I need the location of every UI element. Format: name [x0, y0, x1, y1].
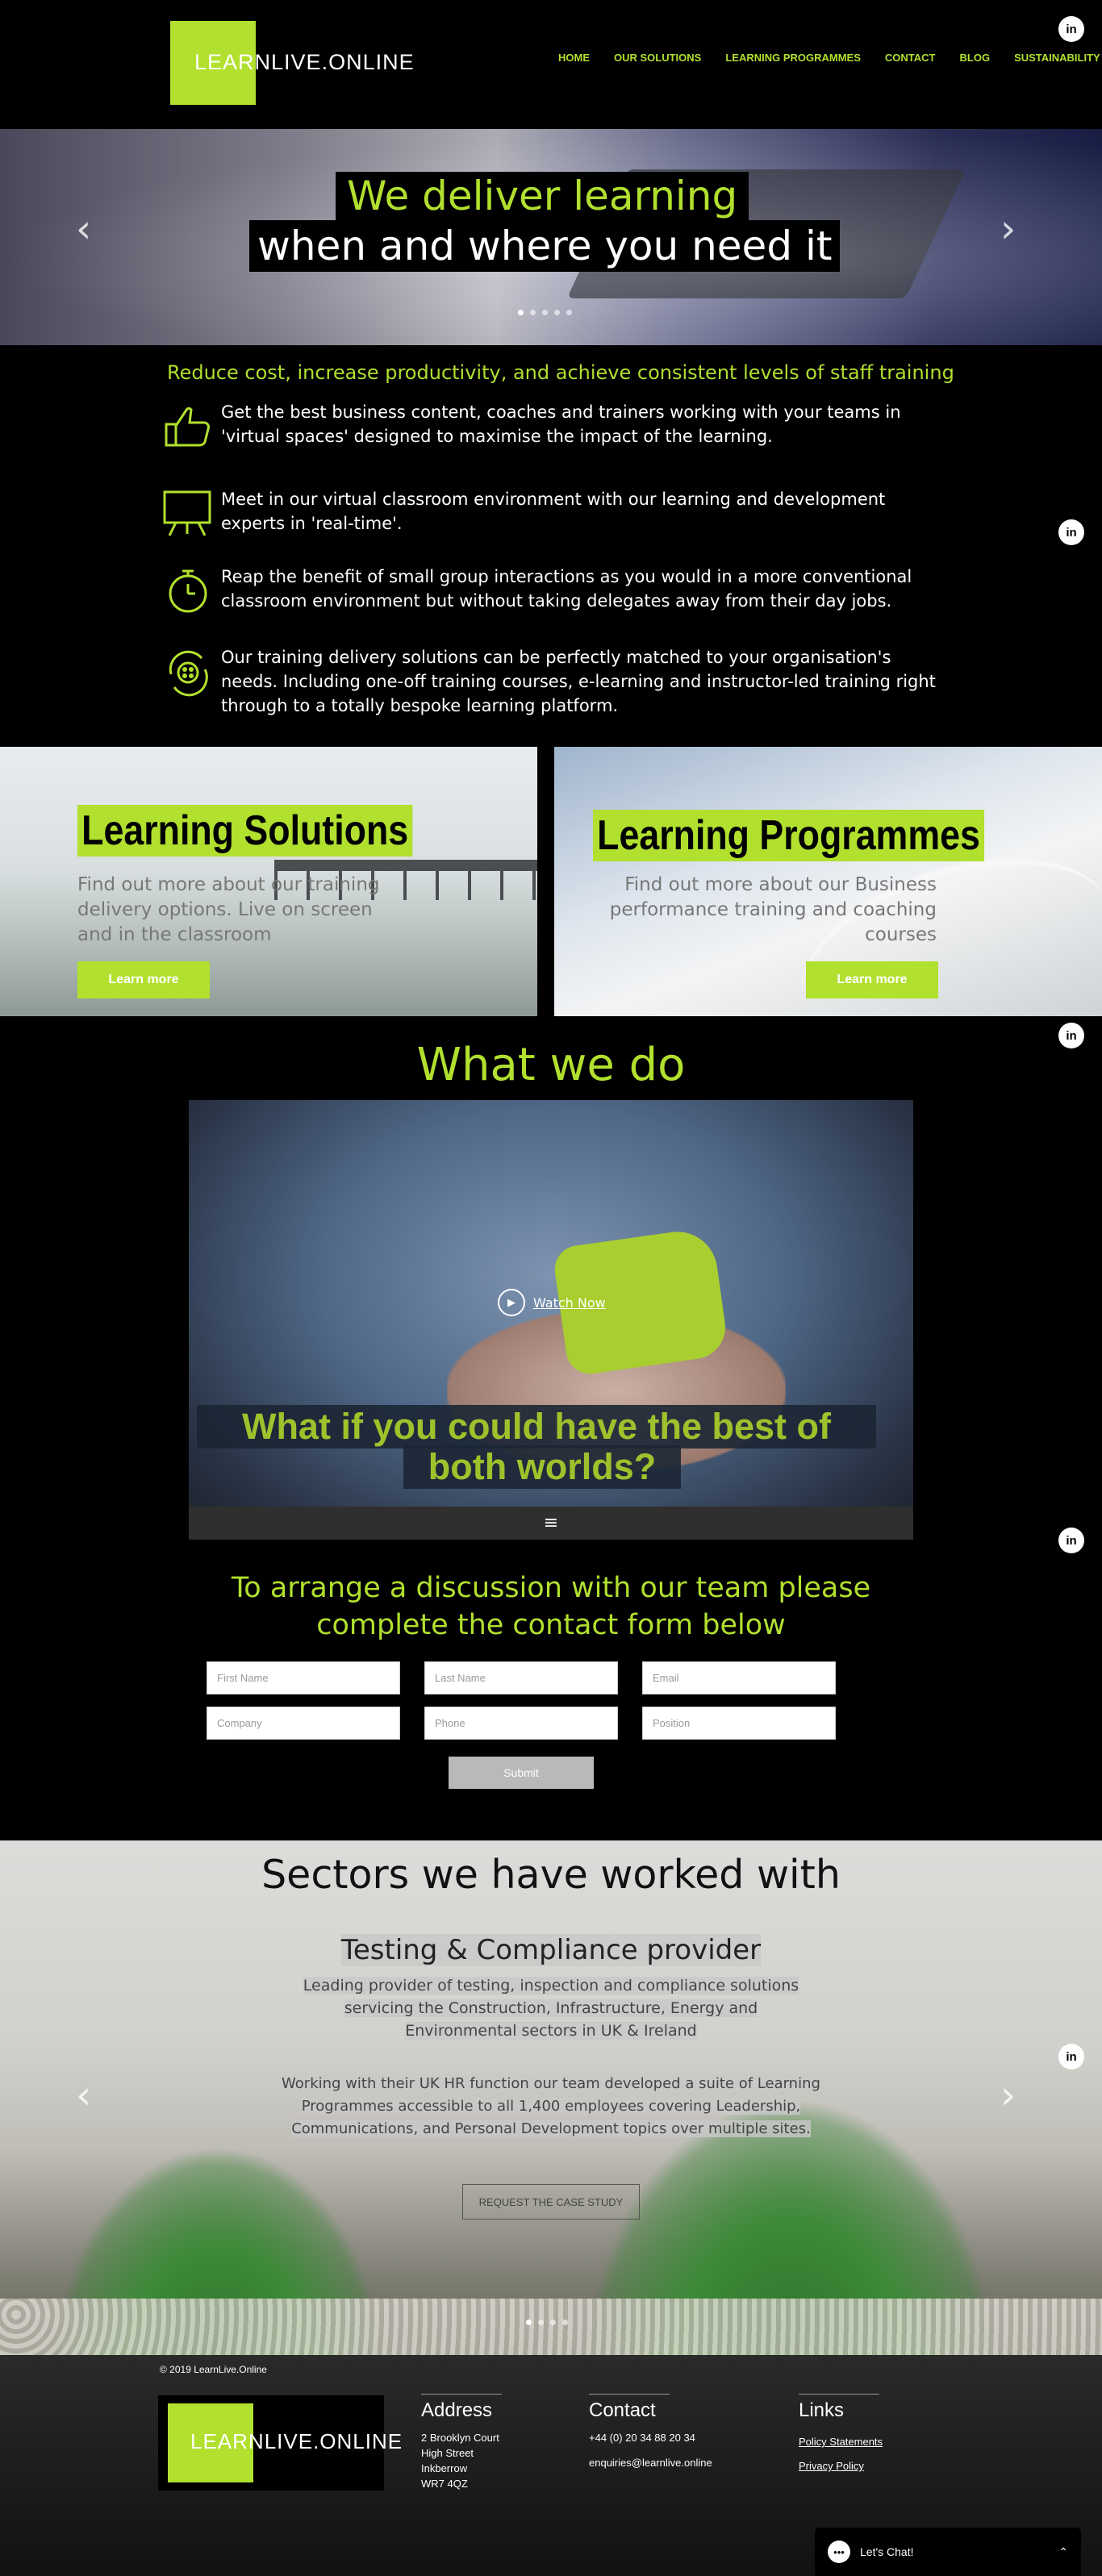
hero-headline-line1: We deliver learning [336, 172, 749, 220]
slide-dot[interactable] [518, 310, 524, 315]
what-we-do-heading: What we do [416, 1039, 686, 1091]
slide-dot[interactable] [542, 310, 548, 315]
gravel-image [0, 2299, 1102, 2355]
footer-links: Links Policy Statements Privacy Policy [799, 2394, 883, 2478]
address-line: WR7 4QZ [421, 2478, 468, 2490]
sectors-slider: Sectors we have worked with Testing & Co… [0, 1840, 1102, 2355]
email-field[interactable]: Email [642, 1661, 836, 1694]
sector-case-summary: Working with their UK HR function our te… [282, 2075, 820, 2137]
sector-title: Testing & Compliance provider [340, 1934, 762, 1966]
features-heading: Reduce cost, increase productivity, and … [167, 361, 954, 384]
slide-dot[interactable] [530, 310, 536, 315]
hero-headline-line2: when and where you need it [249, 220, 841, 272]
learn-more-button[interactable]: Learn more [806, 961, 938, 998]
nav-home[interactable]: HOME [558, 52, 590, 64]
logo-text: LEARNLIVE.ONLINE [190, 2429, 403, 2453]
phone-field[interactable]: Phone [424, 1707, 618, 1740]
sectors-heading: Sectors we have worked with [261, 1852, 841, 1898]
nav-contact[interactable]: CONTACT [885, 52, 936, 64]
card-text: Find out more about our training deliver… [77, 874, 380, 945]
card-title: Learning Solutions [77, 805, 413, 857]
feature-text: Get the best business content, coaches a… [221, 402, 901, 446]
nav-blog[interactable]: BLOG [960, 52, 991, 64]
chat-label: Let's Chat! [860, 2545, 914, 2558]
footer-contact: Contact +44 (0) 20 34 88 20 34 enquiries… [589, 2394, 712, 2470]
footer-address: Address 2 Brooklyn Court High Street Ink… [421, 2394, 502, 2491]
slide-dot[interactable] [566, 310, 572, 315]
address-line: Inkberrow [421, 2462, 468, 2474]
slide-dot[interactable] [554, 310, 560, 315]
hero-prev-arrow[interactable]: ‹ [76, 206, 91, 252]
slide-dot[interactable] [526, 2320, 532, 2325]
linkedin-icon[interactable]: in [1058, 16, 1084, 42]
sector-description: Leading provider of testing, inspection … [303, 1977, 799, 2040]
pier-image [274, 860, 537, 871]
stopwatch-icon [169, 569, 207, 613]
contact-title: Contact [589, 2399, 656, 2421]
logo-text: LEARNLIVE.ONLINE [194, 50, 415, 74]
divider [421, 2394, 502, 2395]
nav-sustainability[interactable]: SUSTAINABILITY [1014, 52, 1100, 64]
video-player[interactable]: ▶ Watch Now What if you could have the b… [189, 1100, 913, 1540]
nav-learning-programmes[interactable]: LEARNING PROGRAMMES [725, 52, 861, 64]
chat-bubble-icon: ••• [828, 2541, 850, 2563]
divider [589, 2394, 670, 2395]
submit-button[interactable]: Submit [449, 1757, 594, 1789]
slide-dot[interactable] [562, 2320, 568, 2325]
slide-dot[interactable] [538, 2320, 544, 2325]
last-name-field[interactable]: Last Name [424, 1661, 618, 1694]
links-title: Links [799, 2399, 845, 2421]
site-header: LEARNLIVE.ONLINE HOME OUR SOLUTIONS LEAR… [0, 0, 1102, 129]
learn-more-button[interactable]: Learn more [77, 961, 210, 998]
phone-number[interactable]: +44 (0) 20 34 88 20 34 [589, 2430, 712, 2445]
sectors-slide-dots [526, 2320, 568, 2325]
watch-now-label: Watch Now [533, 1294, 606, 1311]
hero-next-arrow[interactable]: › [1000, 206, 1016, 252]
chat-widget[interactable]: ••• Let's Chat! ⌃ [815, 2528, 1081, 2576]
watch-now-button[interactable]: ▶ Watch Now [498, 1289, 606, 1316]
contact-heading-line1: To arrange a discussion with our team pl… [231, 1572, 871, 1604]
feature-text: Reap the benefit of small group interact… [221, 567, 912, 611]
address-line: 2 Brooklyn Court [421, 2432, 499, 2444]
contact-heading-line2: complete the contact form below [316, 1609, 786, 1641]
address-title: Address [421, 2399, 493, 2421]
slide-dot[interactable] [550, 2320, 556, 2325]
card-title: Learning Programmes [593, 810, 984, 861]
company-field[interactable]: Company [207, 1707, 400, 1740]
play-icon: ▶ [498, 1289, 525, 1316]
first-name-field[interactable]: First Name [207, 1661, 400, 1694]
video-caption-line2: both worlds? [403, 1445, 681, 1489]
sectors-prev-arrow[interactable]: ‹ [76, 2073, 91, 2118]
learning-solutions-card: Learning Solutions Find out more about o… [0, 747, 537, 1016]
presentation-board-icon [163, 490, 211, 536]
video-caption-line1: What if you could have the best of [197, 1405, 876, 1448]
feature-text: Our training delivery solutions can be p… [221, 648, 936, 715]
main-nav: HOME OUR SOLUTIONS LEARNING PROGRAMMES C… [558, 52, 1100, 64]
menu-icon[interactable]: ≡ [544, 1513, 558, 1533]
video-menu-bar: ≡ [189, 1507, 913, 1540]
nav-our-solutions[interactable]: OUR SOLUTIONS [614, 52, 701, 64]
card-text: Find out more about our Business perform… [609, 874, 937, 945]
footer-logo[interactable]: LEARNLIVE.ONLINE [158, 2395, 402, 2491]
learning-programmes-card: Learning Programmes Find out more about … [554, 747, 1102, 1016]
hero-slide-dots [518, 310, 572, 315]
policy-statements-link[interactable]: Policy Statements [799, 2430, 883, 2454]
linkedin-icon[interactable]: in [1058, 1528, 1084, 1553]
contact-heading: To arrange a discussion with our team pl… [0, 1569, 1102, 1644]
email-link[interactable]: enquiries@learnlive.online [589, 2455, 712, 2470]
privacy-policy-link[interactable]: Privacy Policy [799, 2454, 883, 2478]
sectors-next-arrow[interactable]: › [1000, 2073, 1016, 2118]
chevron-up-icon[interactable]: ⌃ [1058, 2545, 1068, 2559]
target-cycle-icon [169, 650, 208, 697]
position-field[interactable]: Position [642, 1707, 836, 1740]
copyright: © 2019 LearnLive.Online [160, 2364, 267, 2375]
linkedin-icon[interactable]: in [1058, 2044, 1084, 2070]
divider [799, 2394, 879, 2395]
thumbs-up-icon [165, 406, 210, 447]
site-logo[interactable]: LEARNLIVE.ONLINE [170, 21, 414, 105]
address-line: High Street [421, 2447, 474, 2459]
linkedin-icon[interactable]: in [1058, 519, 1084, 545]
feature-text: Meet in our virtual classroom environmen… [221, 490, 886, 533]
request-case-study-button[interactable]: REQUEST THE CASE STUDY [462, 2184, 640, 2220]
